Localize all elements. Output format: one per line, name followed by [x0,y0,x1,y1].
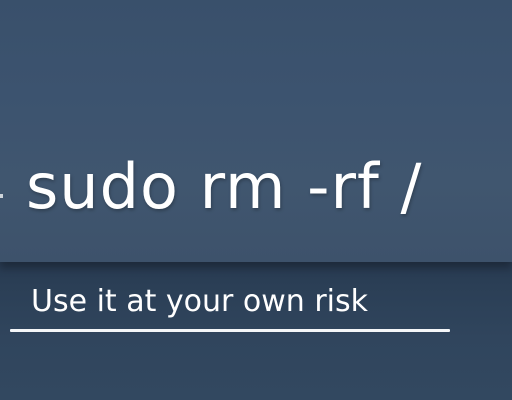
command-title: sudo rm -rf / [26,150,423,223]
caption-underline [10,329,450,332]
slide: sudo rm -rf / Use it at your own risk [0,0,512,400]
caption-text: Use it at your own risk [31,284,369,319]
title-panel: sudo rm -rf / [0,0,512,262]
edge-mark [0,194,3,198]
